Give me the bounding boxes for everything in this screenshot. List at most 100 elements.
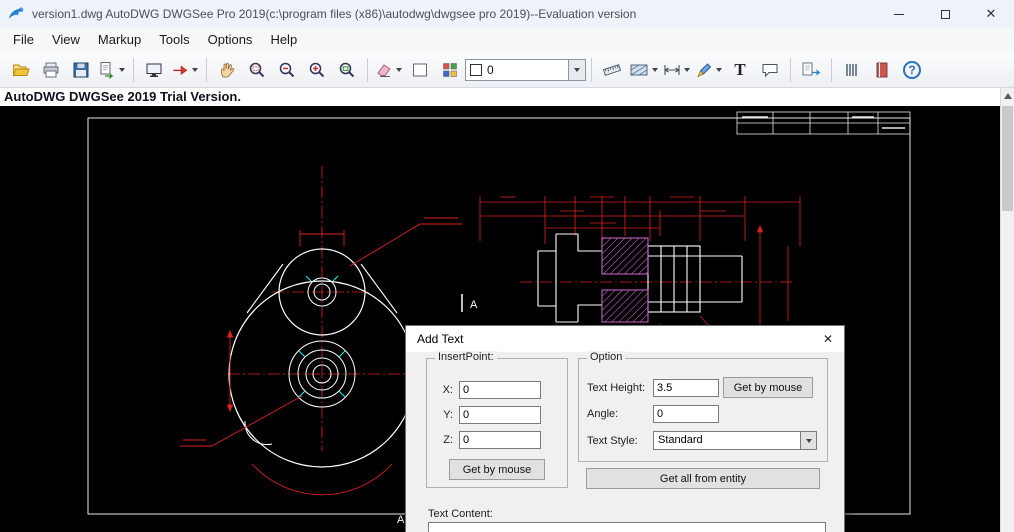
measure-dropdown-icon[interactable] <box>652 67 658 72</box>
measure-distance-icon <box>602 63 622 76</box>
brush-dropdown-icon[interactable] <box>716 67 722 72</box>
zoom-in-button[interactable] <box>303 56 331 84</box>
minimize-button[interactable] <box>876 0 922 28</box>
title-block <box>736 111 911 135</box>
brush-button[interactable] <box>694 56 724 84</box>
text-style-label: Text Style: <box>587 434 638 447</box>
text-content-label: Text Content: <box>428 508 493 520</box>
x-input[interactable] <box>459 381 541 399</box>
text-style-dropdown-icon <box>805 438 812 443</box>
y-input[interactable] <box>459 406 541 424</box>
y-row: Y: <box>437 406 541 424</box>
zoom-window-button[interactable] <box>243 56 271 84</box>
add-text-dialog: Add Text ✕ InsertPoint: X: Y: Z: Get by … <box>405 325 845 532</box>
eraser-dropdown-icon[interactable] <box>396 67 402 72</box>
zoom-out-button[interactable] <box>273 56 301 84</box>
zoom-in-icon <box>309 62 325 77</box>
forward-button[interactable] <box>170 56 200 84</box>
comment-button[interactable] <box>756 56 784 84</box>
menu-file[interactable]: File <box>4 28 43 52</box>
maximize-button[interactable] <box>922 0 968 28</box>
pan-button[interactable] <box>213 56 241 84</box>
comment-bubble-icon <box>762 63 778 77</box>
toolbar-separator <box>206 57 207 82</box>
layer-select-dropdown-button[interactable] <box>569 58 586 81</box>
open-button[interactable] <box>7 56 35 84</box>
insert-point-legend: InsertPoint: <box>435 351 497 363</box>
text-tool-icon: T <box>734 59 746 79</box>
save-button[interactable] <box>67 56 95 84</box>
layers-palette-icon <box>443 62 457 77</box>
menu-options[interactable]: Options <box>199 28 262 52</box>
option-get-by-mouse-button[interactable]: Get by mouse <box>723 377 813 398</box>
insert-get-by-mouse-button[interactable]: Get by mouse <box>449 459 545 480</box>
scroll-up-icon[interactable] <box>1004 93 1012 99</box>
close-button[interactable]: ✕ <box>968 0 1014 28</box>
menu-bar: File View Markup Tools Options Help <box>0 28 1014 52</box>
option-group: Option Text Height: Get by mouse Angle: … <box>578 351 828 462</box>
text-style-select[interactable]: Standard <box>653 431 817 450</box>
text-tool-button[interactable]: T <box>726 56 754 84</box>
printer-icon <box>43 62 59 77</box>
measure-area-icon <box>630 64 648 75</box>
toolbar-separator <box>790 57 791 82</box>
print-button[interactable] <box>37 56 65 84</box>
convert-button[interactable] <box>97 56 127 84</box>
menu-markup[interactable]: Markup <box>89 28 150 52</box>
eraser-button[interactable] <box>374 56 404 84</box>
angle-input[interactable] <box>653 405 719 423</box>
vertical-scrollbar[interactable] <box>1000 88 1014 532</box>
dwgsee-logo-icon <box>9 7 24 19</box>
batch-lines-icon <box>846 63 857 76</box>
trial-text: AutoDWG DWGSee 2019 Trial Version. <box>4 89 241 104</box>
menu-view[interactable]: View <box>43 28 89 52</box>
text-style-row: Text Style: Standard <box>587 431 817 450</box>
get-all-from-entity-button[interactable]: Get all from entity <box>586 468 820 489</box>
minimize-icon <box>894 13 904 15</box>
dialog-title-bar[interactable]: Add Text ✕ <box>406 326 844 352</box>
zoom-extents-icon <box>339 62 355 77</box>
scrollbar-thumb[interactable] <box>1002 106 1013 211</box>
layer-dropdown-icon <box>574 67 580 72</box>
menu-tools[interactable]: Tools <box>150 28 198 52</box>
shape-rectangle-button[interactable] <box>406 56 434 84</box>
forward-dropdown-icon[interactable] <box>192 67 198 72</box>
text-content-input[interactable] <box>428 522 826 532</box>
angle-label: Angle: <box>587 408 619 420</box>
library-button[interactable] <box>868 56 896 84</box>
export-page-button[interactable] <box>797 56 825 84</box>
maximize-icon <box>940 9 950 19</box>
measure-distance-button[interactable] <box>598 56 626 84</box>
rectangle-icon <box>413 63 427 76</box>
dimension-arrows-icon <box>664 64 680 75</box>
measure-area-button[interactable] <box>628 56 660 84</box>
text-height-input[interactable] <box>653 378 719 397</box>
title-bar[interactable]: version1.dwg AutoDWG DWGSee Pro 2019(c:\… <box>0 0 1014 28</box>
zoom-extents-button[interactable] <box>333 56 361 84</box>
text-style-dropdown-button[interactable] <box>800 431 817 450</box>
section-label-a2: A <box>397 514 405 526</box>
layer-select-value: 0 <box>487 62 494 77</box>
z-input[interactable] <box>459 431 541 449</box>
trial-banner: AutoDWG DWGSee 2019 Trial Version. <box>0 88 1000 106</box>
fullscreen-button[interactable] <box>140 56 168 84</box>
help-button[interactable]: ? <box>898 56 926 84</box>
batch-button[interactable] <box>838 56 866 84</box>
insert-point-group: InsertPoint: X: Y: Z: Get by mouse <box>426 351 568 488</box>
dimension-button[interactable] <box>662 56 692 84</box>
convert-export-icon <box>100 61 114 79</box>
layers-button[interactable] <box>436 56 464 84</box>
save-floppy-icon <box>73 62 89 77</box>
dialog-close-button[interactable]: ✕ <box>812 326 844 352</box>
layer-select[interactable]: 0 <box>465 58 569 81</box>
x-label: X: <box>442 384 453 396</box>
convert-dropdown-icon[interactable] <box>119 67 125 72</box>
window-title: version1.dwg AutoDWG DWGSee Pro 2019(c:\… <box>32 7 637 21</box>
menu-help[interactable]: Help <box>261 28 306 52</box>
export-page-icon <box>802 62 821 75</box>
dimension-dropdown-icon[interactable] <box>684 67 690 72</box>
toolbar-separator <box>367 57 368 82</box>
eraser-icon <box>377 63 391 77</box>
red-arrow-icon <box>173 65 188 75</box>
open-folder-icon <box>12 64 30 76</box>
